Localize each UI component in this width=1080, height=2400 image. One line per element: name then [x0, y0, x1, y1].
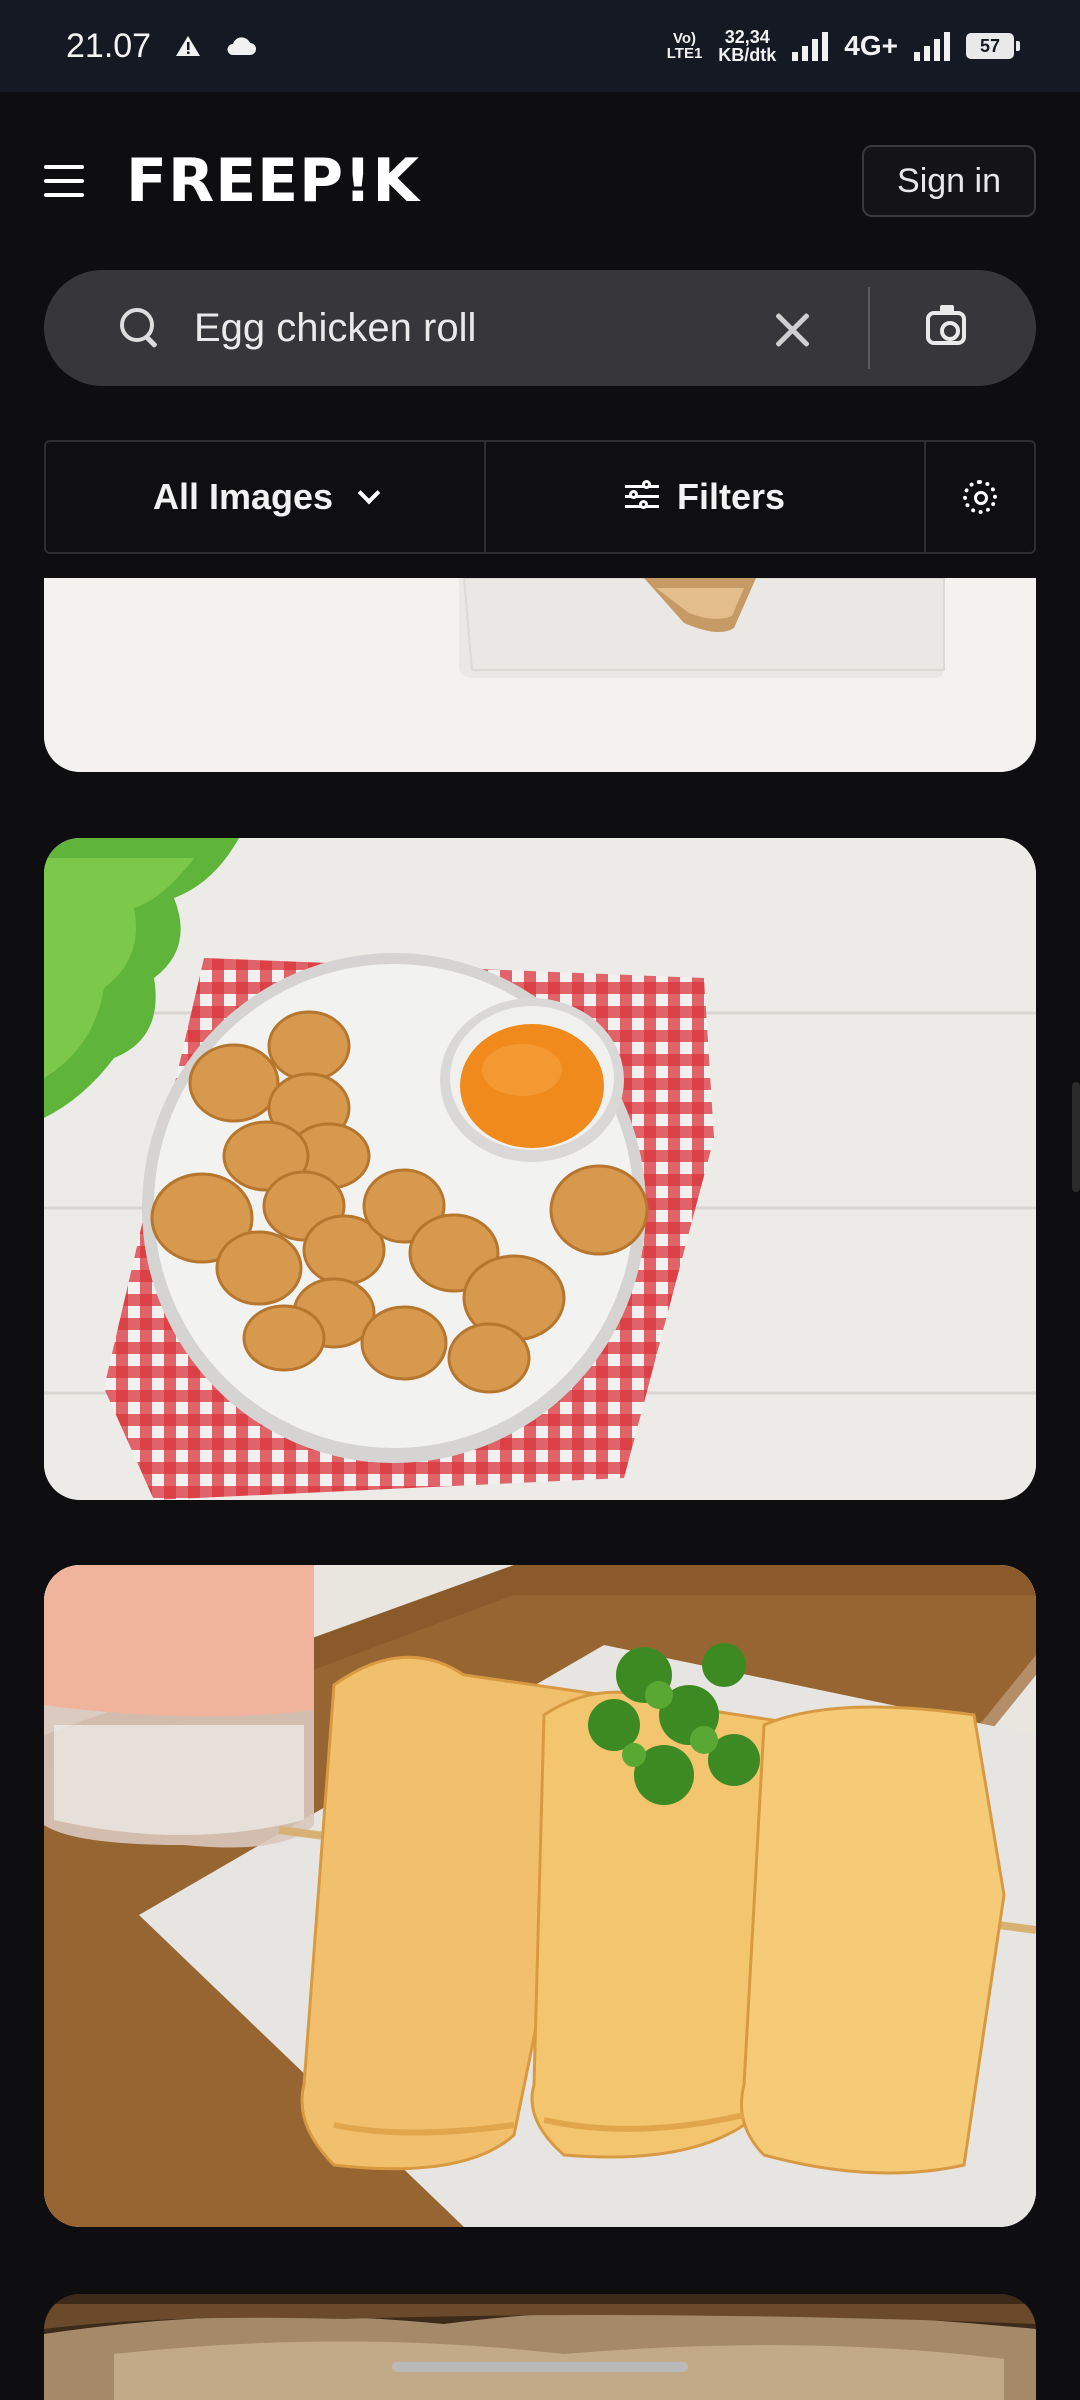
battery-level: 57: [979, 35, 1001, 56]
search-icon[interactable]: [118, 306, 162, 350]
clear-icon[interactable]: [772, 308, 812, 348]
filters-label: Filters: [676, 476, 786, 517]
scrollbar[interactable]: [1072, 1082, 1080, 1192]
result-image[interactable]: [44, 2294, 1036, 2400]
result-image[interactable]: [44, 1565, 1036, 2227]
network-type: 4G+: [844, 30, 898, 61]
camera-icon[interactable]: [926, 305, 966, 345]
chevron-down-icon: [357, 481, 381, 505]
network-speed-value: 32,34: [724, 27, 770, 47]
volte-indicator: Vo) LTE1: [666, 30, 703, 62]
result-image[interactable]: [44, 838, 1036, 1500]
search-bar[interactable]: Egg chicken roll: [44, 270, 1036, 386]
app-header: FREEP!K Sign in: [0, 92, 1080, 270]
home-indicator[interactable]: [392, 2362, 688, 2372]
filters-button[interactable]: Filters: [486, 442, 926, 552]
battery-icon: 57: [966, 33, 1020, 59]
status-time: 21.07: [66, 26, 152, 65]
network-speed-unit: KB/dtk: [718, 45, 777, 65]
settings-button[interactable]: [926, 442, 1034, 552]
status-bar: 21.07 Vo) LTE1 32,34 KB/dtk 4G+ 57: [0, 0, 1080, 92]
network-speed: 32,34 KB/dtk: [718, 28, 776, 64]
warning-icon: [176, 36, 201, 56]
gear-icon: [963, 480, 997, 514]
freepik-logo[interactable]: FREEP!K: [126, 146, 420, 216]
search-divider: [868, 287, 870, 369]
signal-strength-icon: [792, 31, 829, 61]
sliders-icon: [624, 480, 659, 512]
menu-icon[interactable]: [44, 165, 84, 197]
cloud-icon: [227, 37, 257, 55]
image-type-dropdown[interactable]: All Images: [46, 442, 486, 552]
signal-strength-icon: [914, 31, 950, 61]
filter-bar: All Images Filters: [44, 440, 1036, 554]
image-type-label: All Images: [152, 476, 334, 517]
sign-in-button[interactable]: Sign in: [862, 145, 1036, 217]
result-image[interactable]: [44, 578, 1036, 772]
search-input[interactable]: Egg chicken roll: [194, 306, 772, 351]
